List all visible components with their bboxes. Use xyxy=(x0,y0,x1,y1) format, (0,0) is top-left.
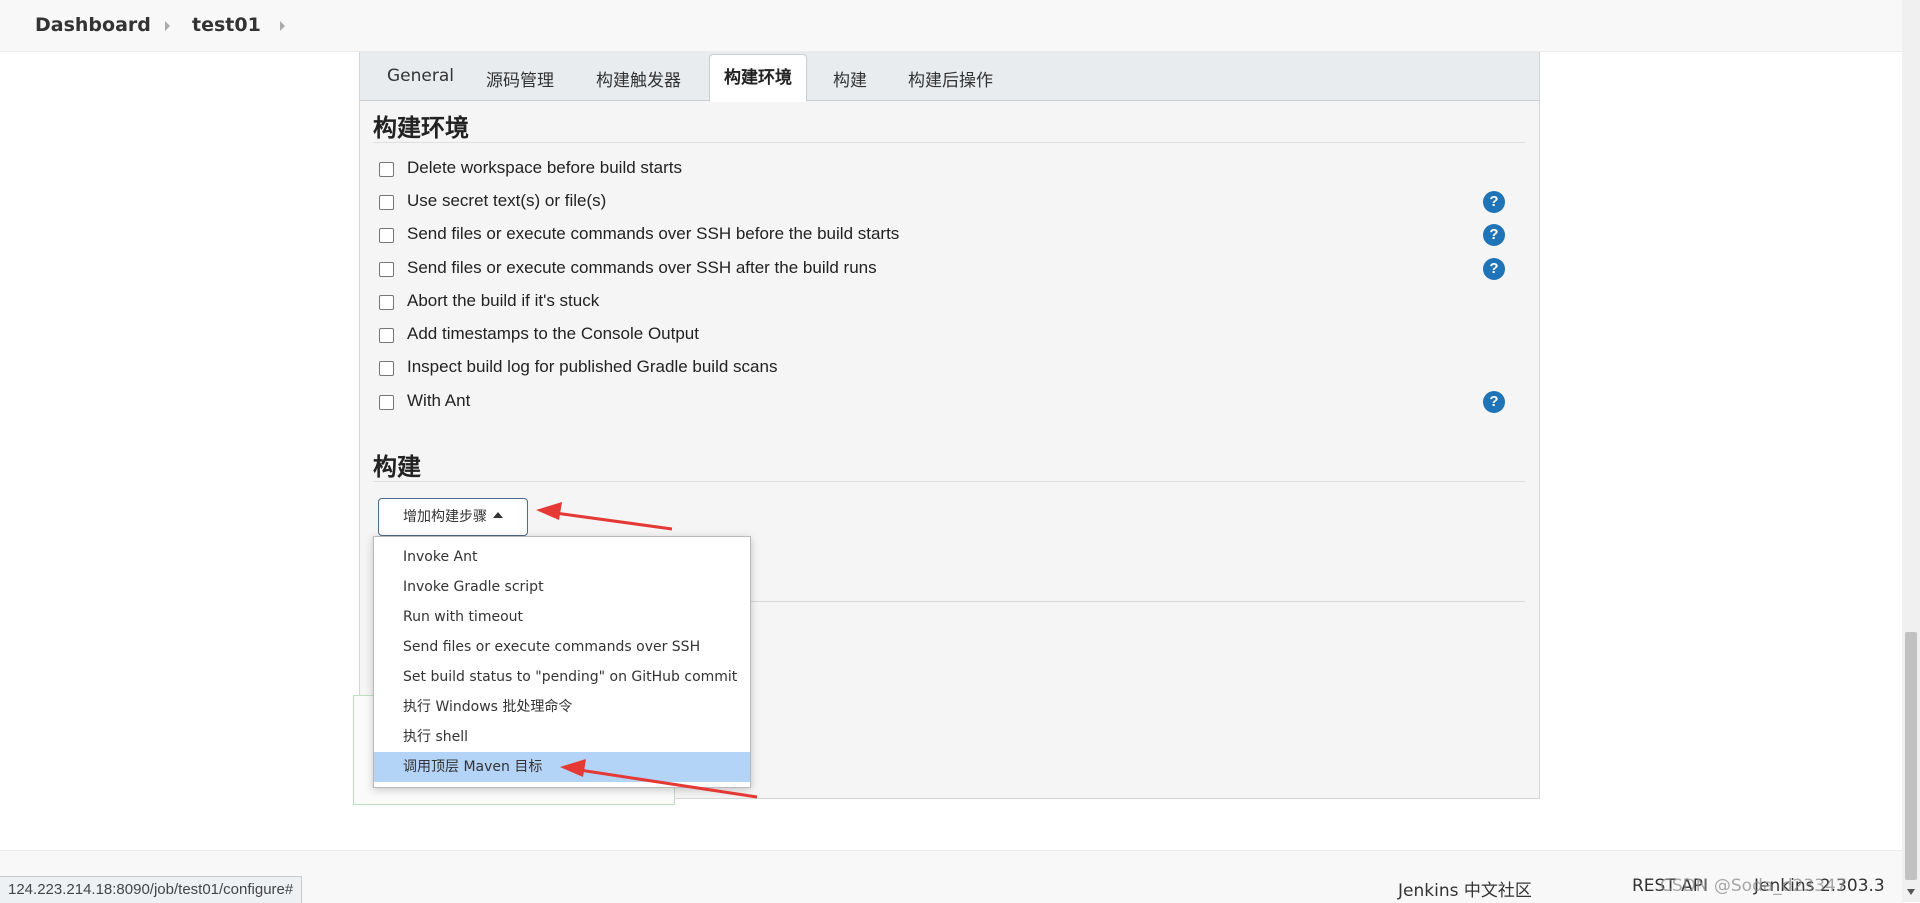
menu-item-label: Invoke Gradle script xyxy=(403,579,544,595)
checkbox[interactable] xyxy=(379,328,394,343)
option-delete-workspace[interactable]: Delete workspace before build starts xyxy=(379,158,1529,182)
status-bar-url: 124.223.214.18:8090/job/test01/configure… xyxy=(0,876,303,903)
checkbox[interactable] xyxy=(379,195,394,210)
menu-item-label: Run with timeout xyxy=(403,609,524,625)
checkbox[interactable] xyxy=(379,228,394,243)
option-secret-text[interactable]: Use secret text(s) or file(s) ? xyxy=(379,191,1529,215)
scroll-down-arrow-icon[interactable] xyxy=(1907,889,1915,895)
tab-build[interactable]: 构建 xyxy=(833,66,867,91)
help-icon[interactable]: ? xyxy=(1483,191,1505,213)
option-add-timestamps[interactable]: Add timestamps to the Console Output xyxy=(379,324,1529,348)
help-icon[interactable]: ? xyxy=(1483,224,1505,246)
caret-up-icon xyxy=(493,512,503,518)
checkbox[interactable] xyxy=(379,162,394,177)
option-label: Abort the build if it's stuck xyxy=(407,291,600,310)
footer-community-link[interactable]: Jenkins 中文社区 xyxy=(1398,876,1532,901)
breadcrumb-test01[interactable]: test01 xyxy=(192,14,261,36)
option-label: Delete workspace before build starts xyxy=(407,158,682,177)
watermark: CSDN @Soda_d23347 xyxy=(1660,876,1847,896)
checkbox[interactable] xyxy=(379,361,394,376)
tab-post-build-actions[interactable]: 构建后操作 xyxy=(908,66,993,91)
checkbox[interactable] xyxy=(379,262,394,277)
scrollbar-thumb[interactable] xyxy=(1905,632,1917,880)
checkbox[interactable] xyxy=(379,295,394,310)
menu-item-label: 执行 Windows 批处理命令 xyxy=(403,699,573,715)
menu-item-label: 执行 shell xyxy=(403,729,469,745)
menu-item-windows-batch[interactable]: 执行 Windows 批处理命令 xyxy=(374,692,750,722)
build-env-heading: 构建环境 xyxy=(373,114,469,142)
menu-item-shell[interactable]: 执行 shell xyxy=(374,722,750,752)
menu-item-label: 调用顶层 Maven 目标 xyxy=(403,759,543,775)
help-icon[interactable]: ? xyxy=(1483,258,1505,280)
option-with-ant[interactable]: With Ant ? xyxy=(379,391,1529,415)
menu-item-ssh[interactable]: Send files or execute commands over SSH xyxy=(374,632,750,662)
option-label: Inspect build log for published Gradle b… xyxy=(407,357,778,376)
menu-item-invoke-ant[interactable]: Invoke Ant xyxy=(374,542,750,572)
menu-item-maven[interactable]: 调用顶层 Maven 目标 xyxy=(374,752,750,782)
help-icon[interactable]: ? xyxy=(1483,391,1505,413)
option-ssh-before-build[interactable]: Send files or execute commands over SSH … xyxy=(379,224,1529,248)
checkbox[interactable] xyxy=(379,395,394,410)
menu-item-label: Set build status to "pending" on GitHub … xyxy=(403,669,738,685)
build-heading: 构建 xyxy=(373,453,421,481)
tab-bar: General 源码管理 构建触发器 构建环境 构建 构建后操作 xyxy=(360,52,1539,102)
option-label: Send files or execute commands over SSH … xyxy=(407,258,877,277)
tab-build-environment[interactable]: 构建环境 xyxy=(709,54,807,102)
divider xyxy=(373,481,1525,482)
build-step-menu: Invoke Ant Invoke Gradle script Run with… xyxy=(373,536,751,788)
menu-item-github-pending[interactable]: Set build status to "pending" on GitHub … xyxy=(374,662,750,692)
tab-general[interactable]: General xyxy=(387,66,454,86)
add-build-step-button[interactable]: 增加构建步骤 xyxy=(378,498,528,536)
option-gradle-build-scans[interactable]: Inspect build log for published Gradle b… xyxy=(379,357,1529,381)
option-label: Use secret text(s) or file(s) xyxy=(407,191,607,210)
option-label: With Ant xyxy=(407,391,471,410)
tab-source-management[interactable]: 源码管理 xyxy=(486,66,554,91)
breadcrumb-dashboard[interactable]: Dashboard xyxy=(35,14,151,36)
tab-build-triggers[interactable]: 构建触发器 xyxy=(596,66,681,91)
option-label: Send files or execute commands over SSH … xyxy=(407,224,900,243)
divider xyxy=(373,142,1525,143)
vertical-scrollbar[interactable] xyxy=(1902,0,1920,902)
option-label: Add timestamps to the Console Output xyxy=(407,324,699,343)
menu-item-run-with-timeout[interactable]: Run with timeout xyxy=(374,602,750,632)
chevron-right-icon[interactable] xyxy=(280,21,285,31)
breadcrumb: Dashboard test01 xyxy=(0,0,1920,52)
menu-item-invoke-gradle[interactable]: Invoke Gradle script xyxy=(374,572,750,602)
option-ssh-after-build[interactable]: Send files or execute commands over SSH … xyxy=(379,258,1529,282)
add-build-step-label: 增加构建步骤 xyxy=(403,509,487,525)
chevron-right-icon[interactable] xyxy=(165,21,170,31)
menu-item-label: Send files or execute commands over SSH xyxy=(403,639,701,655)
option-abort-if-stuck[interactable]: Abort the build if it's stuck xyxy=(379,291,1529,315)
menu-item-label: Invoke Ant xyxy=(403,549,478,565)
